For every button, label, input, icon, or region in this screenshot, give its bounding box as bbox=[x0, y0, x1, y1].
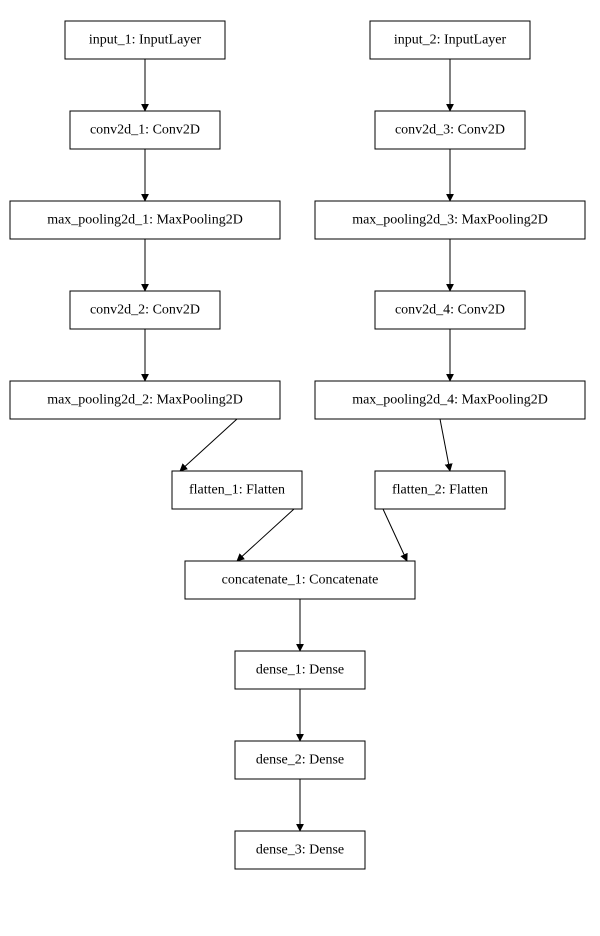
layer-node-input_2: input_2: InputLayer bbox=[370, 21, 530, 59]
layer-node-label: conv2d_4: Conv2D bbox=[395, 303, 505, 318]
layer-node-dense_2: dense_2: Dense bbox=[235, 741, 365, 779]
layer-node-label: conv2d_2: Conv2D bbox=[90, 303, 200, 318]
layer-node-label: input_2: InputLayer bbox=[394, 33, 507, 48]
layer-node-label: input_1: InputLayer bbox=[89, 33, 202, 48]
layer-node-conv2d_1: conv2d_1: Conv2D bbox=[70, 111, 220, 149]
layer-node-label: flatten_1: Flatten bbox=[189, 483, 285, 498]
layer-node-concatenate_1: concatenate_1: Concatenate bbox=[185, 561, 415, 599]
layer-node-conv2d_4: conv2d_4: Conv2D bbox=[375, 291, 525, 329]
layer-node-max_pooling2d_3: max_pooling2d_3: MaxPooling2D bbox=[315, 201, 585, 239]
layer-node-flatten_2: flatten_2: Flatten bbox=[375, 471, 505, 509]
layer-node-label: max_pooling2d_1: MaxPooling2D bbox=[47, 213, 243, 228]
layer-node-label: flatten_2: Flatten bbox=[392, 483, 488, 498]
model-graph: input_1: InputLayer conv2d_1: Conv2D max_p… bbox=[0, 0, 600, 936]
layer-node-label: dense_2: Dense bbox=[256, 753, 344, 768]
layer-node-label: concatenate_1: Concatenate bbox=[222, 573, 379, 588]
layer-node-label: max_pooling2d_4: MaxPooling2D bbox=[352, 393, 548, 408]
layer-node-conv2d_3: conv2d_3: Conv2D bbox=[375, 111, 525, 149]
layer-node-label: max_pooling2d_3: MaxPooling2D bbox=[352, 213, 548, 228]
layer-node-max_pooling2d_2: max_pooling2d_2: MaxPooling2D bbox=[10, 381, 280, 419]
layer-node-label: max_pooling2d_2: MaxPooling2D bbox=[47, 393, 243, 408]
edge-flatten_2-to-concatenate_1 bbox=[383, 509, 407, 561]
edge-max_pooling2d_4-to-flatten_2 bbox=[440, 419, 450, 471]
layer-node-max_pooling2d_1: max_pooling2d_1: MaxPooling2D bbox=[10, 201, 280, 239]
layer-node-max_pooling2d_4: max_pooling2d_4: MaxPooling2D bbox=[315, 381, 585, 419]
layer-node-dense_1: dense_1: Dense bbox=[235, 651, 365, 689]
edge-max_pooling2d_2-to-flatten_1 bbox=[180, 419, 237, 471]
layer-node-label: conv2d_1: Conv2D bbox=[90, 123, 200, 138]
layer-node-label: dense_3: Dense bbox=[256, 843, 344, 858]
edge-flatten_1-to-concatenate_1 bbox=[237, 509, 294, 561]
layer-node-input_1: input_1: InputLayer bbox=[65, 21, 225, 59]
layer-node-label: dense_1: Dense bbox=[256, 663, 344, 678]
layer-node-flatten_1: flatten_1: Flatten bbox=[172, 471, 302, 509]
layer-node-label: conv2d_3: Conv2D bbox=[395, 123, 505, 138]
layer-node-dense_3: dense_3: Dense bbox=[235, 831, 365, 869]
layer-node-conv2d_2: conv2d_2: Conv2D bbox=[70, 291, 220, 329]
